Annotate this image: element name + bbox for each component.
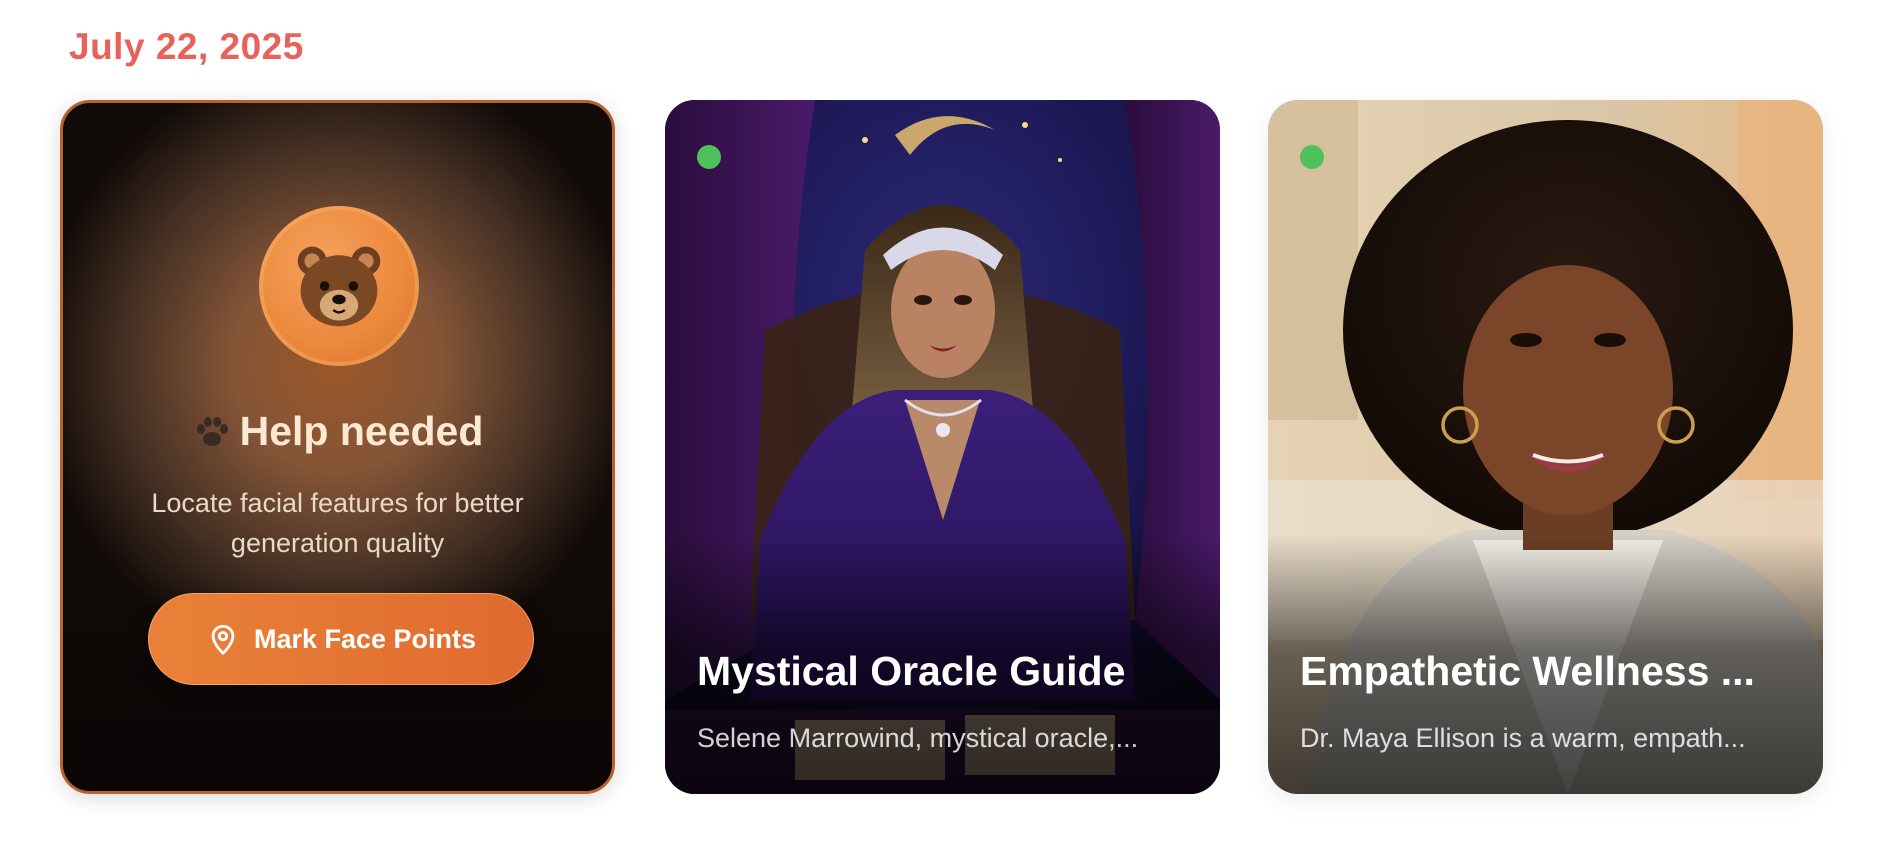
mark-face-points-label: Mark Face Points: [253, 623, 477, 654]
help-needed-card: Help needed Locate facial features for b…: [60, 100, 615, 794]
help-title-text: Help needed: [239, 408, 484, 454]
paw-icon: [196, 416, 228, 446]
help-title: Help needed: [63, 408, 612, 455]
character-name: Mystical Oracle Guide: [697, 648, 1126, 694]
help-description: Locate facial features for better genera…: [151, 488, 524, 558]
mark-face-points-button[interactable]: Mark Face Points: [148, 593, 534, 685]
character-card-oracle[interactable]: Mystical Oracle Guide Selene Marrowind, …: [665, 100, 1220, 794]
character-description: Selene Marrowind, mystical oracle,...: [697, 723, 1139, 753]
character-description: Dr. Maya Ellison is a warm, empath...: [1300, 723, 1746, 753]
location-pin-icon: [211, 624, 235, 655]
online-status-dot: [1300, 145, 1324, 169]
character-name: Empathetic Wellness ...: [1300, 648, 1755, 694]
character-card-wellness[interactable]: Empathetic Wellness ... Dr. Maya Ellison…: [1268, 100, 1823, 794]
bear-face-icon: [297, 246, 381, 327]
bear-avatar: [259, 206, 419, 366]
date-header: July 22, 2025: [69, 26, 304, 67]
online-status-dot: [697, 145, 721, 169]
